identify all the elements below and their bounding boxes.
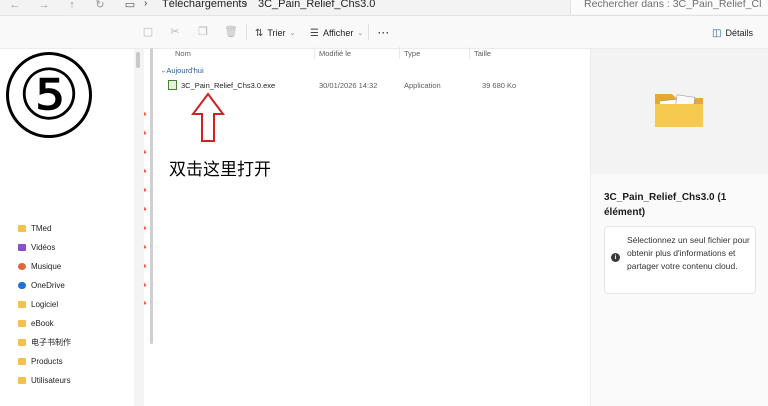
sidebar-item-videos[interactable]: Vidéos [18, 240, 55, 254]
group-label: Aujourd'hui [166, 66, 204, 75]
sidebar-item-label: Logiciel [31, 299, 59, 309]
folder-icon [18, 319, 26, 327]
sidebar-item-utilisateurs[interactable]: Utilisateurs [18, 373, 71, 387]
sidebar-item-ebook-production[interactable]: 电子书制作 [18, 335, 71, 349]
chevron-right-icon: › [244, 0, 248, 9]
chevron-down-icon: ⌄ [357, 30, 364, 37]
folder-icon [18, 357, 26, 365]
sidebar-scroll-thumb[interactable] [136, 52, 140, 68]
music-icon [18, 262, 26, 270]
sidebar-item-musique[interactable]: Musique [18, 259, 61, 273]
file-type: Application [404, 81, 441, 90]
instruction-text: 双击这里打开 [169, 160, 271, 179]
address-bar: ← → ↑ ↻ ▭ › Téléchargements › 3C_Pain_Re… [0, 0, 768, 16]
sort-button[interactable]: ⇅ Trier ⌄ [255, 25, 295, 41]
group-header-today[interactable]: ›Aujourd'hui [159, 66, 204, 75]
details-button[interactable]: ◫ Détails [712, 25, 753, 41]
column-divider [314, 47, 315, 59]
sidebar-item-label: OneDrive [31, 280, 65, 290]
cut-icon[interactable]: ✂ [168, 25, 182, 39]
step-number: ⑤ [17, 54, 81, 136]
sidebar-scrollbar[interactable] [134, 49, 144, 406]
breadcrumb-current-folder[interactable]: 3C_Pain_Relief_Chs3.0 [258, 0, 375, 10]
sort-label: Trier [267, 28, 286, 38]
toolbar-divider [246, 24, 247, 40]
file-modified: 30/01/2026 14:32 [319, 81, 378, 90]
info-message: Sélectionnez un seul fichier pour obteni… [627, 235, 750, 271]
sidebar-item-label: Utilisateurs [31, 375, 71, 385]
details-pane-icon: ◫ [712, 27, 722, 39]
sidebar-item-label: Musique [31, 261, 62, 271]
sidebar-item-label: eBook [31, 318, 54, 328]
sidebar-item-label: 电子书制作 [31, 337, 71, 347]
chevron-right-icon: › [144, 0, 148, 9]
column-header-modified[interactable]: Modifié le [319, 49, 351, 58]
folder-icon [18, 338, 26, 346]
sidebar-item-label: Products [31, 356, 63, 366]
sidebar-item-label: TMed [31, 223, 52, 233]
command-bar: ▢ ✂ ❐ 🗑 ⇅ Trier ⌄ ☰ Afficher ⌄ ··· ◫ Dét… [0, 16, 768, 49]
videos-icon [18, 243, 26, 251]
info-icon: i [611, 253, 620, 262]
details-title: 3C_Pain_Relief_Chs3.0 (1 élément) [604, 192, 727, 218]
copy-icon[interactable]: ❐ [196, 25, 210, 39]
sidebar-item-logiciel[interactable]: Logiciel [18, 297, 58, 311]
folder-icon [18, 224, 26, 232]
column-header-size[interactable]: Taille [474, 49, 491, 58]
view-label: Afficher [322, 28, 354, 38]
view-icon: ☰ [310, 27, 319, 39]
sidebar-item-ebook[interactable]: eBook [18, 316, 54, 330]
more-options-button[interactable]: ··· [378, 25, 390, 41]
column-header-type[interactable]: Type [404, 49, 420, 58]
search-input[interactable]: Rechercher dans : 3C_Pain_Relief_Cl [570, 0, 768, 14]
breadcrumb-telechargements[interactable]: Téléchargements [162, 0, 247, 10]
chevron-down-icon: › [159, 70, 167, 73]
chevron-down-icon: ⌄ [289, 30, 296, 37]
column-divider [399, 47, 400, 59]
refresh-icon[interactable]: ↻ [93, 0, 107, 14]
up-icon[interactable]: ↑ [65, 0, 79, 14]
red-arrow-up-icon [191, 92, 225, 142]
delete-icon[interactable]: 🗑 [224, 25, 238, 39]
file-size: 39 680 Ko [482, 81, 517, 90]
pane-scroll-thumb[interactable] [150, 48, 153, 344]
folder-icon [18, 300, 26, 308]
folder-icon [18, 376, 26, 384]
details-label: Détails [725, 28, 753, 38]
file-name[interactable]: 3C_Pain_Relief_Chs3.0.exe [181, 81, 275, 90]
sidebar-item-label: Vidéos [31, 242, 56, 252]
sidebar-item-onedrive[interactable]: OneDrive [18, 278, 65, 292]
step-number-badge: ⑤ [6, 52, 92, 138]
column-divider [469, 47, 470, 59]
back-icon[interactable]: ← [8, 0, 22, 14]
view-button[interactable]: ☰ Afficher ⌄ [310, 25, 363, 41]
toolbar-divider [368, 24, 369, 40]
new-icon[interactable]: ▢ [141, 25, 155, 39]
computer-icon[interactable]: ▭ [123, 0, 137, 14]
application-icon [168, 80, 177, 90]
sort-icon: ⇅ [255, 27, 264, 39]
column-header-name[interactable]: Nom [175, 49, 191, 58]
sidebar-item-tmed[interactable]: TMed [18, 221, 51, 235]
sidebar-item-products[interactable]: Products [18, 354, 63, 368]
folder-icon [655, 94, 703, 127]
onedrive-icon [18, 281, 26, 289]
search-placeholder: Rechercher dans : 3C_Pain_Relief_Cl [584, 0, 762, 10]
forward-icon[interactable]: → [37, 0, 51, 14]
